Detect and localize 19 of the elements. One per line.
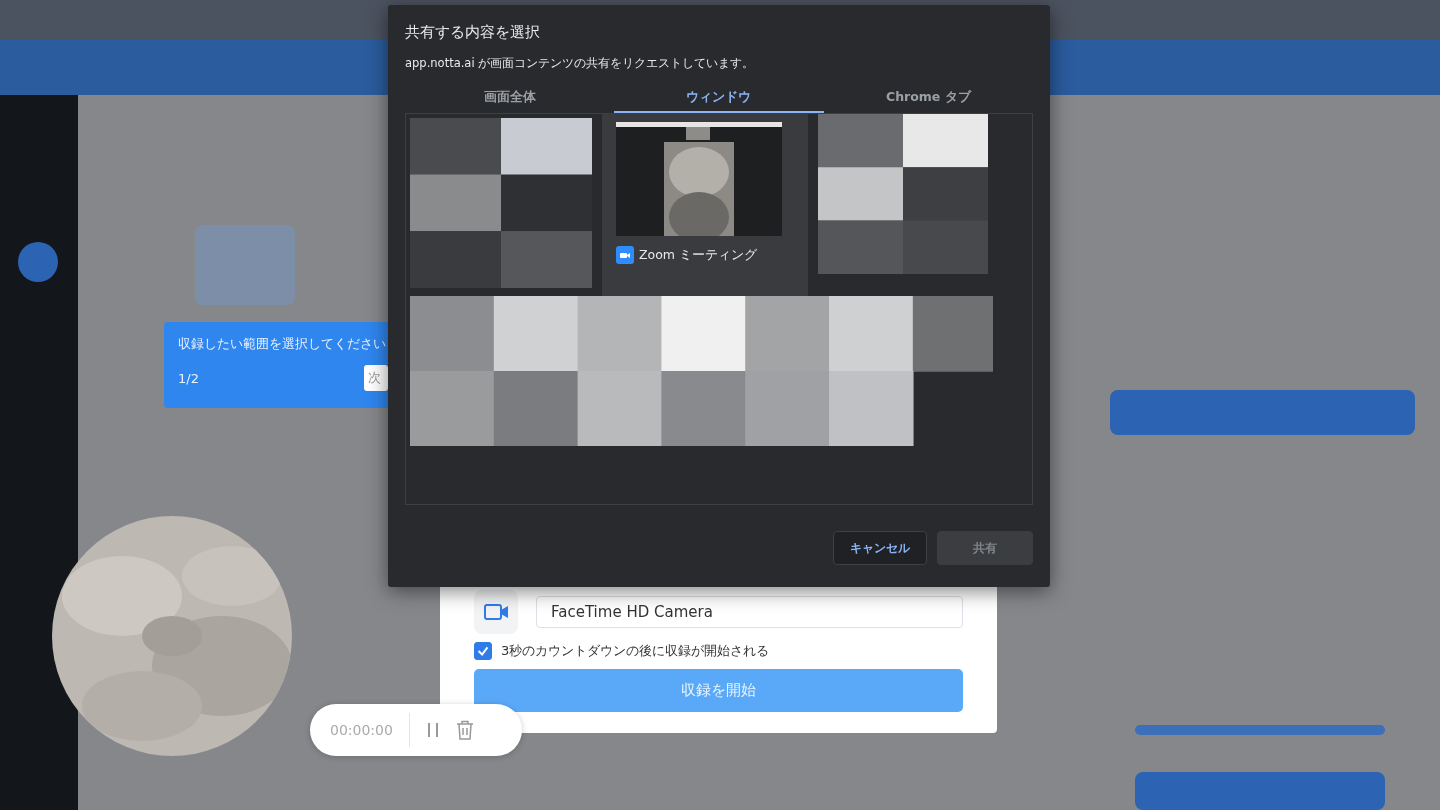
step-counter: 1/2 xyxy=(178,370,199,386)
camera-icon xyxy=(474,590,518,634)
checkbox-label: 3秒のカウントダウンの後に収録が開始される xyxy=(501,642,770,660)
next-button[interactable]: 次 xyxy=(364,365,388,391)
video-camera-icon xyxy=(616,246,634,264)
camera-field[interactable]: FaceTime HD Camera xyxy=(536,596,963,628)
window-option[interactable]: Zoom ミーティング xyxy=(602,114,808,296)
checkbox[interactable] xyxy=(474,642,492,660)
dialog-title: 共有する内容を選択 xyxy=(405,23,541,42)
cancel-button[interactable]: キャンセル xyxy=(833,531,927,565)
dialog-message: app.notta.ai が画面コンテンツの共有をリクエストしています。 xyxy=(405,56,756,71)
tab[interactable]: 画面全体 xyxy=(405,83,615,113)
pause-icon[interactable] xyxy=(425,722,440,738)
trash-icon[interactable] xyxy=(455,720,474,740)
blurred-nav-icon xyxy=(18,242,58,282)
timer: 00:00:00 xyxy=(330,722,393,738)
tab[interactable]: Chrome タブ xyxy=(823,83,1033,113)
tooltip-text: 収録したい範囲を選択してください xyxy=(178,336,387,353)
window-title: Zoom ミーティング xyxy=(639,246,757,264)
